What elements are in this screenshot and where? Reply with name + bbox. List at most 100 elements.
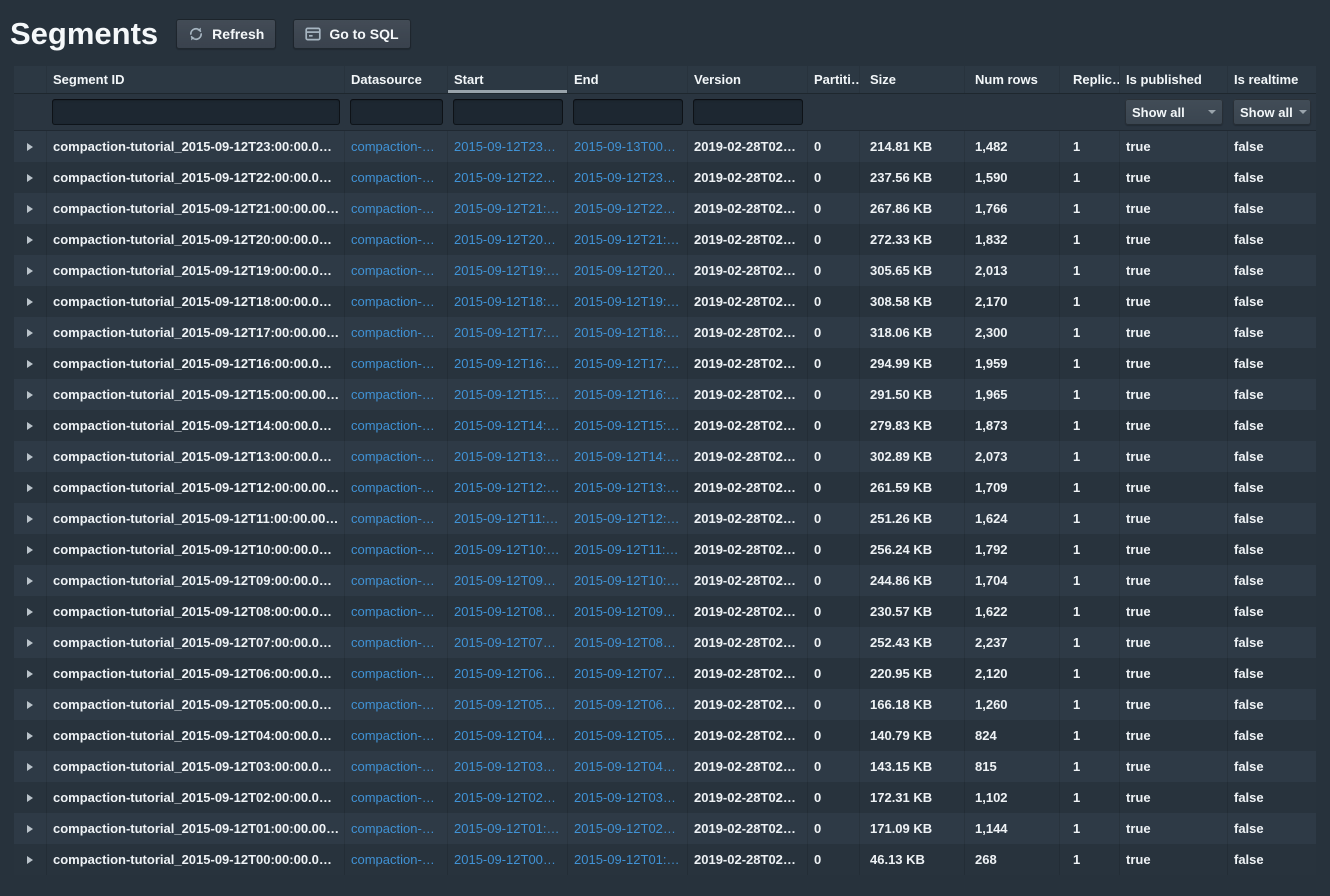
cell-datasource-link[interactable]: compaction-… — [345, 193, 448, 224]
cell-datasource-link[interactable]: compaction-… — [345, 317, 448, 348]
cell-end-link[interactable]: 2015-09-12T20… — [568, 255, 688, 286]
cell-datasource-link[interactable]: compaction-… — [345, 565, 448, 596]
cell-end-link[interactable]: 2015-09-12T06… — [568, 689, 688, 720]
cell-datasource-link[interactable]: compaction-… — [345, 658, 448, 689]
row-expander[interactable] — [14, 348, 47, 379]
refresh-button[interactable]: Refresh — [176, 19, 276, 49]
row-expander[interactable] — [14, 658, 47, 689]
row-expander[interactable] — [14, 534, 47, 565]
cell-start-link[interactable]: 2015-09-12T13:… — [448, 441, 568, 472]
cell-datasource-link[interactable]: compaction-… — [345, 472, 448, 503]
cell-datasource-link[interactable]: compaction-… — [345, 255, 448, 286]
column-header-num-rows[interactable]: Num rows — [965, 66, 1060, 93]
cell-start-link[interactable]: 2015-09-12T16:… — [448, 348, 568, 379]
filter-input-segment-id[interactable] — [52, 99, 340, 125]
cell-datasource-link[interactable]: compaction-… — [345, 596, 448, 627]
row-expander[interactable] — [14, 162, 47, 193]
row-expander[interactable] — [14, 472, 47, 503]
row-expander[interactable] — [14, 596, 47, 627]
filter-input-version[interactable] — [693, 99, 803, 125]
row-expander[interactable] — [14, 503, 47, 534]
row-expander[interactable] — [14, 751, 47, 782]
row-expander[interactable] — [14, 379, 47, 410]
cell-datasource-link[interactable]: compaction-… — [345, 782, 448, 813]
cell-start-link[interactable]: 2015-09-12T18:… — [448, 286, 568, 317]
filter-input-end[interactable] — [573, 99, 683, 125]
row-expander[interactable] — [14, 627, 47, 658]
cell-datasource-link[interactable]: compaction-… — [345, 627, 448, 658]
column-header-start[interactable]: Start — [448, 66, 568, 93]
cell-datasource-link[interactable]: compaction-… — [345, 441, 448, 472]
cell-start-link[interactable]: 2015-09-12T07… — [448, 627, 568, 658]
cell-start-link[interactable]: 2015-09-12T15:… — [448, 379, 568, 410]
cell-start-link[interactable]: 2015-09-12T03… — [448, 751, 568, 782]
cell-datasource-link[interactable]: compaction-… — [345, 751, 448, 782]
column-header-partition[interactable]: Partiti… — [808, 66, 860, 93]
cell-end-link[interactable]: 2015-09-12T16:… — [568, 379, 688, 410]
cell-datasource-link[interactable]: compaction-… — [345, 503, 448, 534]
cell-end-link[interactable]: 2015-09-12T02… — [568, 813, 688, 844]
cell-datasource-link[interactable]: compaction-… — [345, 813, 448, 844]
column-header-version[interactable]: Version — [688, 66, 808, 93]
column-header-replicas[interactable]: Replic… — [1060, 66, 1120, 93]
cell-datasource-link[interactable]: compaction-… — [345, 410, 448, 441]
cell-end-link[interactable]: 2015-09-12T11:… — [568, 534, 688, 565]
cell-start-link[interactable]: 2015-09-12T21:… — [448, 193, 568, 224]
cell-start-link[interactable]: 2015-09-12T05… — [448, 689, 568, 720]
row-expander[interactable] — [14, 224, 47, 255]
cell-start-link[interactable]: 2015-09-12T00… — [448, 844, 568, 875]
row-expander[interactable] — [14, 844, 47, 875]
cell-start-link[interactable]: 2015-09-12T11:… — [448, 503, 568, 534]
cell-datasource-link[interactable]: compaction-… — [345, 286, 448, 317]
row-expander[interactable] — [14, 565, 47, 596]
cell-start-link[interactable]: 2015-09-12T04… — [448, 720, 568, 751]
go-to-sql-button[interactable]: Go to SQL — [293, 19, 410, 49]
cell-datasource-link[interactable]: compaction-… — [345, 379, 448, 410]
row-expander[interactable] — [14, 286, 47, 317]
cell-start-link[interactable]: 2015-09-12T12:… — [448, 472, 568, 503]
cell-datasource-link[interactable]: compaction-… — [345, 348, 448, 379]
column-header-end[interactable]: End — [568, 66, 688, 93]
column-header-datasource[interactable]: Datasource — [345, 66, 448, 93]
cell-start-link[interactable]: 2015-09-12T17:… — [448, 317, 568, 348]
cell-start-link[interactable]: 2015-09-12T22… — [448, 162, 568, 193]
cell-end-link[interactable]: 2015-09-12T18:… — [568, 317, 688, 348]
row-expander[interactable] — [14, 782, 47, 813]
filter-input-start[interactable] — [453, 99, 563, 125]
cell-end-link[interactable]: 2015-09-12T17:… — [568, 348, 688, 379]
cell-datasource-link[interactable]: compaction-… — [345, 534, 448, 565]
cell-end-link[interactable]: 2015-09-12T09… — [568, 596, 688, 627]
cell-end-link[interactable]: 2015-09-12T12:… — [568, 503, 688, 534]
is-published-filter-select[interactable]: Show all — [1125, 99, 1223, 125]
row-expander[interactable] — [14, 193, 47, 224]
cell-start-link[interactable]: 2015-09-12T10:… — [448, 534, 568, 565]
column-header-is-published[interactable]: Is published — [1120, 66, 1228, 93]
cell-start-link[interactable]: 2015-09-12T14:… — [448, 410, 568, 441]
cell-end-link[interactable]: 2015-09-12T08… — [568, 627, 688, 658]
cell-datasource-link[interactable]: compaction-… — [345, 689, 448, 720]
cell-datasource-link[interactable]: compaction-… — [345, 224, 448, 255]
filter-input-datasource[interactable] — [350, 99, 443, 125]
cell-end-link[interactable]: 2015-09-12T04… — [568, 751, 688, 782]
cell-start-link[interactable]: 2015-09-12T23… — [448, 131, 568, 162]
cell-start-link[interactable]: 2015-09-12T01:… — [448, 813, 568, 844]
cell-end-link[interactable]: 2015-09-12T14:… — [568, 441, 688, 472]
cell-end-link[interactable]: 2015-09-13T00… — [568, 131, 688, 162]
cell-datasource-link[interactable]: compaction-… — [345, 844, 448, 875]
row-expander[interactable] — [14, 255, 47, 286]
cell-start-link[interactable]: 2015-09-12T20… — [448, 224, 568, 255]
row-expander[interactable] — [14, 689, 47, 720]
cell-start-link[interactable]: 2015-09-12T08… — [448, 596, 568, 627]
cell-end-link[interactable]: 2015-09-12T21:… — [568, 224, 688, 255]
row-expander[interactable] — [14, 441, 47, 472]
cell-end-link[interactable]: 2015-09-12T19:… — [568, 286, 688, 317]
column-header-is-realtime[interactable]: Is realtime — [1228, 66, 1316, 93]
cell-end-link[interactable]: 2015-09-12T03… — [568, 782, 688, 813]
cell-start-link[interactable]: 2015-09-12T09… — [448, 565, 568, 596]
column-header-segment-id[interactable]: Segment ID — [47, 66, 345, 93]
cell-end-link[interactable]: 2015-09-12T10:… — [568, 565, 688, 596]
row-expander[interactable] — [14, 410, 47, 441]
row-expander[interactable] — [14, 813, 47, 844]
cell-start-link[interactable]: 2015-09-12T19:… — [448, 255, 568, 286]
cell-end-link[interactable]: 2015-09-12T13:… — [568, 472, 688, 503]
